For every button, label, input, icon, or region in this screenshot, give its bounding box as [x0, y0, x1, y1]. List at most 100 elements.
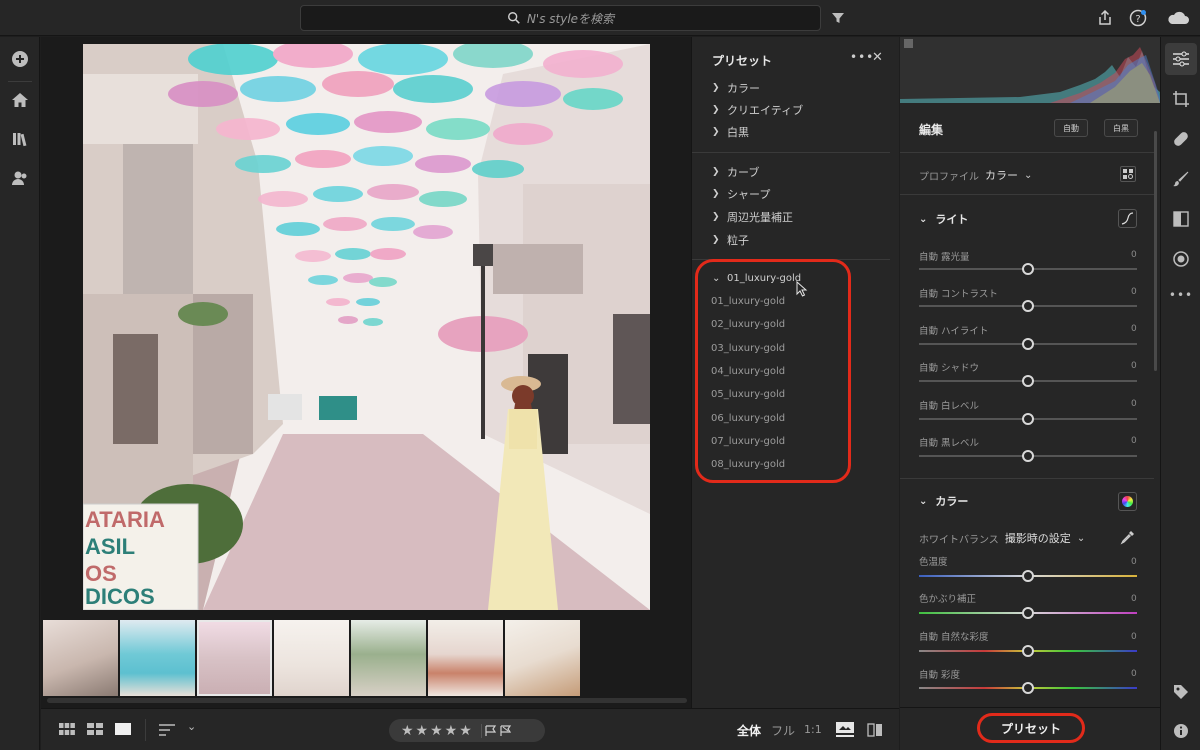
chevron-right-icon: ❯	[712, 235, 720, 245]
reject-flag-icon[interactable]	[500, 724, 512, 737]
blacks-slider-knob[interactable]	[1022, 450, 1034, 462]
cloud-icon[interactable]	[1166, 8, 1190, 28]
temperature-slider-knob[interactable]	[1022, 570, 1034, 582]
filter-icon[interactable]	[828, 8, 848, 28]
preset-group-sharpen[interactable]: ❯ シャープ	[712, 186, 770, 202]
healing-icon[interactable]	[1171, 129, 1191, 149]
whites-slider-knob[interactable]	[1022, 413, 1034, 425]
histogram	[900, 37, 1160, 103]
tint-slider-knob[interactable]	[1022, 607, 1034, 619]
rating-control[interactable]: ★★★★★	[389, 719, 545, 742]
color-mixer-icon[interactable]	[1118, 492, 1137, 511]
wb-value: 撮影時の設定	[1004, 532, 1071, 545]
crop-icon[interactable]	[1171, 89, 1191, 109]
share-icon[interactable]	[1095, 8, 1115, 28]
chevron-down-icon: ⌄	[919, 495, 928, 507]
slider-label: 自動 コントラスト	[919, 289, 998, 300]
top-bar: N's styleを検索 ?	[0, 0, 1200, 36]
preset-group-bw[interactable]: ❯ 白黒	[712, 124, 749, 140]
slider-label: 自動 白レベル	[919, 401, 980, 412]
slider-value: 0	[1131, 557, 1137, 567]
library-icon[interactable]	[10, 129, 30, 149]
film-thumb[interactable]	[120, 620, 195, 696]
flag-icon[interactable]	[485, 724, 497, 737]
shadows-slider-knob[interactable]	[1022, 375, 1034, 387]
presets-panel: プリセット ••• ✕ ❯ カラー ❯ クリエイティブ ❯ 白黒 ❯ カーブ ❯ シャープ…	[691, 37, 899, 708]
chevron-down-icon[interactable]: ⌄	[187, 720, 196, 733]
auto-button[interactable]: 自動	[1054, 119, 1088, 137]
film-thumb[interactable]	[43, 620, 118, 696]
profile-browser-icon[interactable]	[1120, 166, 1136, 182]
edit-panel: 編集 自動 白黒 プロファイル カラー ⌄ ⌄ ライト 自動 露光量 0 自動 …	[900, 37, 1160, 750]
divider	[900, 152, 1154, 153]
add-photos-icon[interactable]	[10, 49, 30, 69]
color-section-header[interactable]: ⌄ カラー	[919, 493, 968, 509]
sign-line-2: ASIL	[85, 534, 135, 559]
chevron-right-icon: ❯	[712, 189, 720, 199]
film-thumb[interactable]	[505, 620, 580, 696]
filmstrip-toggle-icon[interactable]	[836, 722, 854, 738]
help-icon[interactable]: ?	[1128, 8, 1148, 28]
light-section-header[interactable]: ⌄ ライト	[919, 211, 968, 227]
home-icon[interactable]	[10, 90, 30, 110]
saturation-slider-knob[interactable]	[1022, 682, 1034, 694]
tone-curve-icon[interactable]	[1118, 209, 1137, 228]
slider-value: 0	[1131, 250, 1137, 260]
bw-button[interactable]: 白黒	[1104, 119, 1138, 137]
clipping-indicator[interactable]	[904, 39, 913, 48]
sort-icon[interactable]	[159, 723, 175, 737]
preset-group-color[interactable]: ❯ カラー	[712, 80, 760, 96]
preset-group-creative[interactable]: ❯ クリエイティブ	[712, 102, 803, 118]
single-view-icon[interactable]	[115, 723, 131, 735]
slider-value: 0	[1131, 287, 1137, 297]
slider-value: 0	[1131, 324, 1137, 334]
slider-label: 自動 黒レベル	[919, 438, 980, 449]
view-1to1-option[interactable]: 1:1	[804, 723, 822, 736]
tag-icon[interactable]	[1171, 682, 1191, 702]
highlights-slider-knob[interactable]	[1022, 338, 1034, 350]
preset-group-curve[interactable]: ❯ カーブ	[712, 164, 759, 180]
view-full-option[interactable]: フル	[771, 722, 795, 739]
slider-value: 0	[1131, 594, 1137, 604]
more-icon[interactable]: •••	[1169, 285, 1192, 305]
contrast-slider-knob[interactable]	[1022, 300, 1034, 312]
grid-small-icon[interactable]	[59, 723, 75, 735]
sign-line-3: OS	[85, 561, 117, 586]
radial-gradient-icon[interactable]	[1171, 249, 1191, 269]
toolbar-divider	[145, 719, 146, 741]
search-input[interactable]: N's styleを検索	[300, 5, 821, 31]
edit-panel-scrollbar[interactable]	[1154, 131, 1157, 371]
filmstrip-scrollbar[interactable]	[47, 698, 687, 703]
star-rating[interactable]: ★★★★★	[401, 723, 474, 739]
brush-icon[interactable]	[1171, 169, 1191, 189]
profile-label: プロファイル	[919, 171, 979, 183]
people-icon[interactable]	[10, 168, 30, 188]
film-thumb[interactable]	[274, 620, 349, 696]
film-thumb[interactable]	[197, 620, 272, 696]
more-options-icon[interactable]: •••	[850, 50, 874, 64]
vibrance-slider-knob[interactable]	[1022, 645, 1034, 657]
profile-row[interactable]: プロファイル カラー ⌄	[919, 167, 1032, 183]
main-photo[interactable]: ATARIA ASIL OS DICOS	[83, 44, 650, 610]
slider-label: 色かぶり補正	[919, 594, 977, 605]
preset-group-grain[interactable]: ❯ 粒子	[712, 232, 749, 248]
sign-line-1: ATARIA	[85, 507, 165, 532]
compare-icon[interactable]	[867, 722, 883, 738]
info-icon[interactable]	[1171, 721, 1191, 741]
edit-sliders-icon[interactable]	[1165, 43, 1197, 75]
film-thumb[interactable]	[428, 620, 503, 696]
linear-gradient-icon[interactable]	[1171, 209, 1191, 229]
view-all-option[interactable]: 全体	[737, 722, 761, 739]
grid-large-icon[interactable]	[87, 723, 103, 735]
chevron-right-icon: ❯	[712, 83, 720, 93]
film-thumb[interactable]	[351, 620, 426, 696]
preset-group-vignette[interactable]: ❯ 周辺光量補正	[712, 209, 793, 225]
slider-label: 色温度	[919, 557, 948, 568]
exposure-slider-knob[interactable]	[1022, 263, 1034, 275]
slider-label: 自動 ハイライト	[919, 326, 989, 337]
close-icon[interactable]: ✕	[872, 50, 883, 65]
white-balance-row[interactable]: ホワイトバランス 撮影時の設定 ⌄	[919, 530, 1085, 546]
eyedropper-icon[interactable]	[1120, 529, 1136, 545]
presets-button[interactable]: プリセット	[977, 713, 1085, 743]
presets-title: プリセット	[712, 54, 773, 68]
